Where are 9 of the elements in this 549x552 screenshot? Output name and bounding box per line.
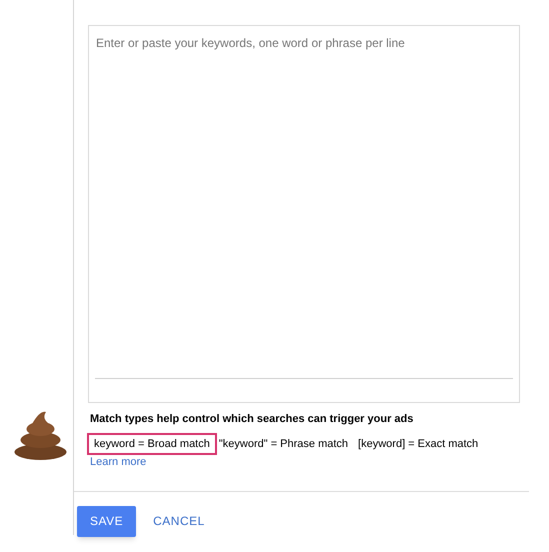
save-button[interactable]: SAVE <box>77 506 136 536</box>
swirl-pile-icon <box>14 410 67 460</box>
cancel-button[interactable]: CANCEL <box>140 506 218 536</box>
match-type-text: "keyword" = Phrase match <box>218 436 350 452</box>
keywords-field[interactable]: Enter or paste your keywords, one word or phrase per line <box>88 25 520 403</box>
learn-more-link[interactable]: Learn more <box>90 454 146 470</box>
match-types-heading: Match types help control which searches can trigger your ads <box>90 412 414 427</box>
match-type-text: [keyword] = Exact match <box>357 436 480 452</box>
match-type-text: keyword = Broad match <box>87 432 217 455</box>
